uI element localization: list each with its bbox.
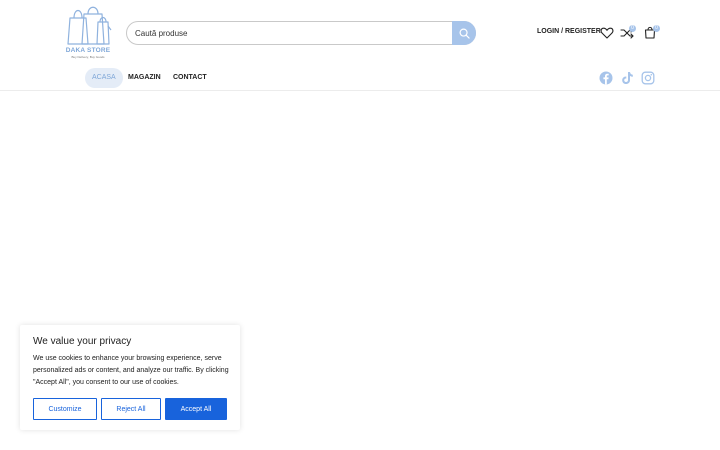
cart-count-badge: 0 bbox=[653, 25, 660, 32]
main-navigation: ACASA MAGAZIN CONTACT bbox=[0, 66, 720, 91]
nav-item-contact[interactable]: CONTACT bbox=[173, 68, 207, 88]
search-button[interactable] bbox=[452, 21, 476, 45]
facebook-icon bbox=[599, 71, 613, 85]
cart-button[interactable]: 0 bbox=[643, 25, 660, 39]
site-header: DAKA STORE Buy Delivery, Buy Goods LOGIN… bbox=[0, 0, 720, 66]
tiktok-icon bbox=[622, 72, 633, 84]
cookie-description: We use cookies to enhance your browsing … bbox=[33, 355, 229, 386]
cookie-title: We value your privacy bbox=[33, 336, 132, 347]
compare-button[interactable]: 0 bbox=[620, 25, 636, 40]
instagram-link[interactable] bbox=[641, 71, 655, 85]
heart-icon bbox=[600, 27, 614, 39]
store-logo[interactable]: DAKA STORE Buy Delivery, Buy Goods bbox=[62, 4, 114, 60]
compare-count-badge: 0 bbox=[629, 25, 636, 32]
tiktok-link[interactable] bbox=[620, 71, 634, 85]
facebook-link[interactable] bbox=[599, 71, 613, 85]
accept-all-button[interactable]: Accept All bbox=[165, 398, 227, 420]
logo-tagline: Buy Delivery, Buy Goods bbox=[71, 55, 105, 59]
nav-item-magazin[interactable]: MAGAZIN bbox=[128, 68, 161, 88]
logo-name: DAKA STORE bbox=[65, 47, 111, 54]
shopping-bags-logo-icon bbox=[67, 6, 112, 45]
wishlist-button[interactable] bbox=[600, 26, 614, 40]
search-input[interactable] bbox=[135, 24, 445, 42]
nav-item-acasa[interactable]: ACASA bbox=[85, 68, 123, 88]
customize-button[interactable]: Customize bbox=[33, 398, 97, 420]
login-register-link[interactable]: LOGIN / REGISTER bbox=[537, 28, 601, 35]
reject-all-button[interactable]: Reject All bbox=[101, 398, 161, 420]
cookie-consent-banner: We value your privacy We use cookies to … bbox=[20, 325, 240, 430]
instagram-icon bbox=[641, 71, 655, 85]
search-icon bbox=[459, 28, 470, 39]
search-bar bbox=[126, 21, 476, 45]
